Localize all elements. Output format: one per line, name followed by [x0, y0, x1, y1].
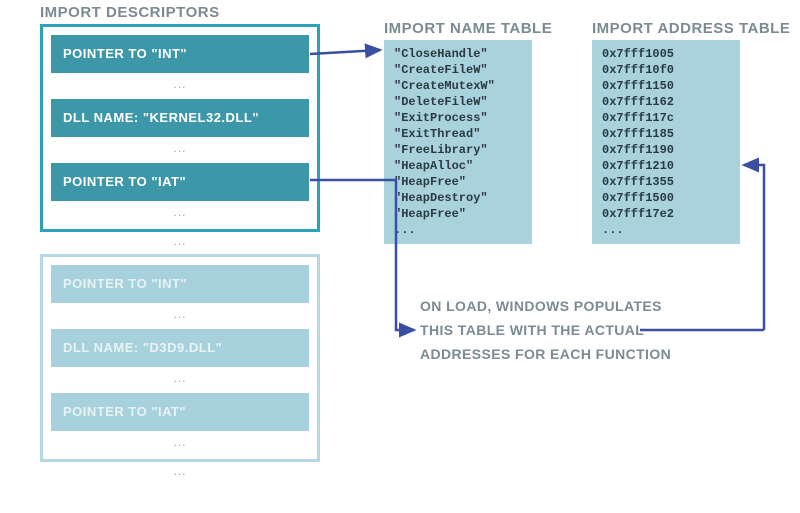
ellipsis-between-groups: ... — [40, 234, 320, 248]
annotation-line: ADDRESSES FOR EACH FUNCTION — [420, 342, 671, 366]
int-entry: "CreateMutexW" — [394, 78, 522, 94]
int-entry: "FreeLibrary" — [394, 142, 522, 158]
iat-entry: 0x7fff1150 — [602, 78, 730, 94]
field-pointer-to-int: POINTER TO "INT" — [51, 35, 309, 73]
arrow-int — [310, 50, 380, 54]
field-pointer-to-iat-inactive: POINTER TO "IAT" — [51, 393, 309, 431]
int-entry: "HeapDestroy" — [394, 190, 522, 206]
ellipsis: ... — [51, 137, 309, 157]
int-entry: "ExitThread" — [394, 126, 522, 142]
descriptor-group-active: POINTER TO "INT" ... DLL NAME: "KERNEL32… — [40, 24, 320, 232]
heading-import-address-table: IMPORT ADDRESS TABLE — [592, 20, 790, 37]
field-dll-name: DLL NAME: "KERNEL32.DLL" — [51, 99, 309, 137]
int-entry: "HeapAlloc" — [394, 158, 522, 174]
iat-entry: 0x7fff1190 — [602, 142, 730, 158]
field-pointer-to-iat: POINTER TO "IAT" — [51, 163, 309, 201]
ellipsis: ... — [51, 73, 309, 93]
iat-entry: ... — [602, 222, 730, 238]
iat-entry: 0x7fff17e2 — [602, 206, 730, 222]
annotation-line: ON LOAD, WINDOWS POPULATES — [420, 294, 671, 318]
ellipsis: ... — [51, 201, 309, 221]
heading-descriptors: IMPORT DESCRIPTORS — [40, 4, 220, 21]
iat-entry: 0x7fff1005 — [602, 46, 730, 62]
iat-entry: 0x7fff1185 — [602, 126, 730, 142]
int-entry: "CreateFileW" — [394, 62, 522, 78]
int-entry: "ExitProcess" — [394, 110, 522, 126]
ellipsis: ... — [51, 303, 309, 323]
iat-entry: 0x7fff1500 — [602, 190, 730, 206]
import-address-table-box: 0x7fff10050x7fff10f00x7fff11500x7fff1162… — [592, 40, 740, 244]
heading-import-name-table: IMPORT NAME TABLE — [384, 20, 552, 37]
ellipsis: ... — [51, 431, 309, 451]
field-dll-name-inactive: DLL NAME: "D3D9.DLL" — [51, 329, 309, 367]
iat-entry: 0x7fff1210 — [602, 158, 730, 174]
int-entry: "DeleteFileW" — [394, 94, 522, 110]
int-entry: "HeapFree" — [394, 174, 522, 190]
annotation-text: ON LOAD, WINDOWS POPULATES THIS TABLE WI… — [420, 294, 671, 366]
annotation-line: THIS TABLE WITH THE ACTUAL — [420, 318, 671, 342]
iat-entry: 0x7fff1355 — [602, 174, 730, 190]
iat-entry: 0x7fff1162 — [602, 94, 730, 110]
iat-entry: 0x7fff10f0 — [602, 62, 730, 78]
int-entry: "CloseHandle" — [394, 46, 522, 62]
ellipsis-after-groups: ... — [40, 464, 320, 478]
int-entry: "HeapFree" — [394, 206, 522, 222]
import-name-table-box: "CloseHandle""CreateFileW""CreateMutexW"… — [384, 40, 532, 244]
arrow-to-iat-box — [744, 165, 764, 330]
int-entry: ... — [394, 222, 522, 238]
ellipsis: ... — [51, 367, 309, 387]
descriptor-group-inactive: POINTER TO "INT" ... DLL NAME: "D3D9.DLL… — [40, 254, 320, 462]
iat-entry: 0x7fff117c — [602, 110, 730, 126]
field-pointer-to-int-inactive: POINTER TO "INT" — [51, 265, 309, 303]
